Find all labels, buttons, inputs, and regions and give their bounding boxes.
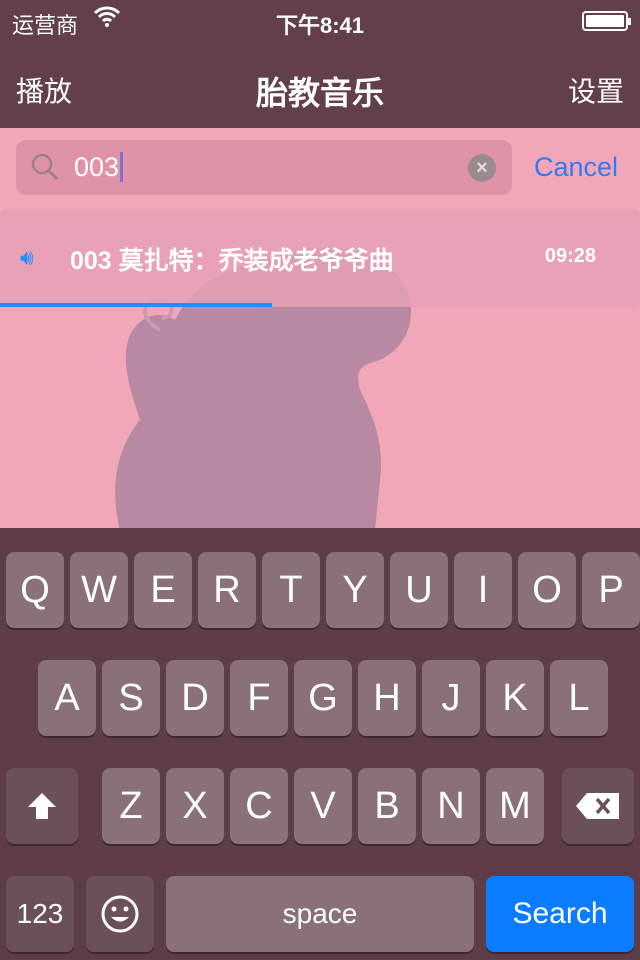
key-k[interactable]: K bbox=[486, 660, 544, 736]
key-e[interactable]: E bbox=[134, 552, 192, 628]
key-v[interactable]: V bbox=[294, 768, 352, 844]
key-p[interactable]: P bbox=[582, 552, 640, 628]
key-r[interactable]: R bbox=[198, 552, 256, 628]
track-name: 003 莫扎特：乔装成老爷爷曲 bbox=[70, 247, 394, 275]
shift-key[interactable] bbox=[6, 768, 78, 844]
settings-button[interactable]: 设置 bbox=[568, 70, 624, 110]
battery-icon bbox=[582, 11, 631, 31]
backspace-key[interactable] bbox=[562, 768, 634, 844]
emoji-icon bbox=[101, 895, 139, 933]
keyboard: Q W E R T Y U I O P A S D F G H J K L Z X C V B N M 123 space Search bbox=[0, 528, 640, 960]
cancel-button[interactable]: Cancel bbox=[534, 152, 618, 183]
key-j[interactable]: J bbox=[422, 660, 480, 736]
key-o[interactable]: O bbox=[518, 552, 576, 628]
key-a[interactable]: A bbox=[38, 660, 96, 736]
key-x[interactable]: X bbox=[166, 768, 224, 844]
shift-icon bbox=[28, 793, 56, 819]
key-w[interactable]: W bbox=[70, 552, 128, 628]
key-i[interactable]: I bbox=[454, 552, 512, 628]
key-y[interactable]: Y bbox=[326, 552, 384, 628]
speaker-icon: 🔊︎ bbox=[20, 245, 34, 270]
status-bar: 运营商 下午8:41 bbox=[0, 0, 640, 40]
key-b[interactable]: B bbox=[358, 768, 416, 844]
key-h[interactable]: H bbox=[358, 660, 416, 736]
backspace-icon bbox=[576, 793, 619, 819]
key-l[interactable]: L bbox=[550, 660, 608, 736]
key-q[interactable]: Q bbox=[6, 552, 64, 628]
key-f[interactable]: F bbox=[230, 660, 288, 736]
key-c[interactable]: C bbox=[230, 768, 288, 844]
key-t[interactable]: T bbox=[262, 552, 320, 628]
space-key[interactable]: space bbox=[166, 876, 474, 952]
nav-bar: 播放 胎教音乐 设置 bbox=[0, 40, 640, 128]
track-duration: 09:28 bbox=[544, 245, 596, 267]
key-m[interactable]: M bbox=[486, 768, 544, 844]
page-title: 胎教音乐 bbox=[255, 75, 384, 111]
search-key[interactable]: Search bbox=[486, 876, 634, 952]
key-s[interactable]: S bbox=[102, 660, 160, 736]
search-input[interactable]: 003 bbox=[74, 152, 124, 182]
clear-icon[interactable]: × bbox=[468, 154, 496, 182]
key-n[interactable]: N bbox=[422, 768, 480, 844]
playback-progress bbox=[0, 303, 640, 307]
key-g[interactable]: G bbox=[294, 660, 352, 736]
list-item[interactable]: 🔊︎ 003 莫扎特：乔装成老爷爷曲 09:28 bbox=[0, 209, 640, 307]
search-icon bbox=[30, 152, 60, 187]
emoji-key[interactable] bbox=[86, 876, 154, 952]
key-d[interactable]: D bbox=[166, 660, 224, 736]
key-u[interactable]: U bbox=[390, 552, 448, 628]
search-field[interactable]: 003 × bbox=[16, 140, 512, 195]
clock: 下午8:41 bbox=[275, 13, 365, 38]
numbers-key[interactable]: 123 bbox=[6, 876, 74, 952]
key-z[interactable]: Z bbox=[102, 768, 160, 844]
